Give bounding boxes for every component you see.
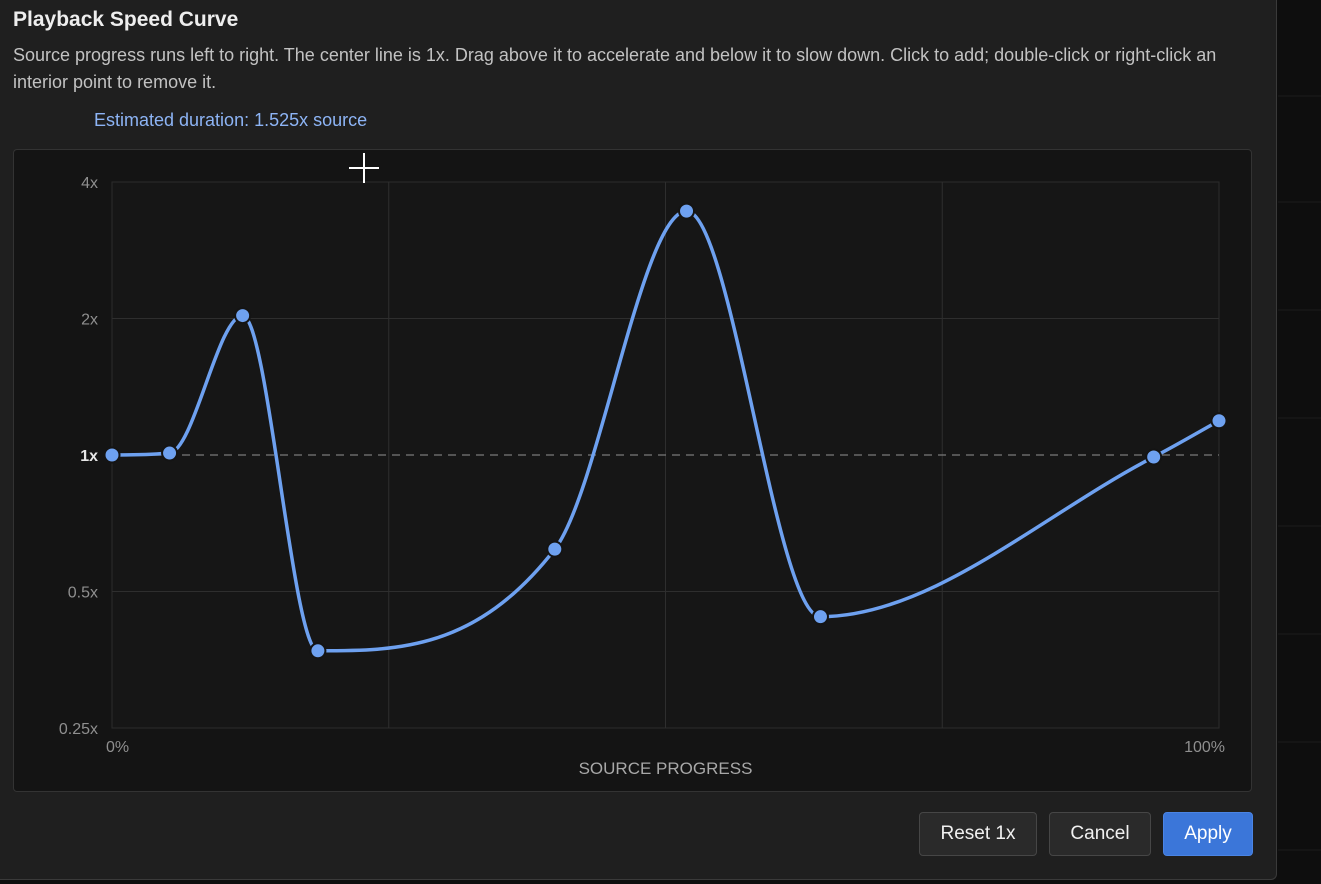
curve-control-point[interactable] <box>811 608 829 626</box>
x-tick-label: 0% <box>106 739 129 756</box>
y-tick-label: 0.5x <box>68 585 98 602</box>
speed-curve-dialog: Playback Speed Curve Source progress run… <box>0 0 1277 880</box>
curve-control-point[interactable] <box>678 202 696 220</box>
apply-button[interactable]: Apply <box>1163 812 1253 856</box>
background-edge <box>1278 95 1321 851</box>
cancel-button[interactable]: Cancel <box>1049 812 1151 856</box>
curve-control-point[interactable] <box>103 446 121 464</box>
speed-curve-svg[interactable]: 4x 2x 1x 0.5x 0.25x 0% 100% SOURCE PROGRESS <box>14 150 1252 792</box>
curve-control-point[interactable] <box>1145 448 1163 466</box>
curve-control-point[interactable] <box>161 444 179 462</box>
speed-curve-chart[interactable]: 4x 2x 1x 0.5x 0.25x 0% 100% SOURCE PROGRESS <box>13 149 1252 792</box>
dialog-description: Source progress runs left to right. The … <box>13 45 1217 92</box>
x-axis-label: SOURCE PROGRESS <box>579 759 753 778</box>
y-tick-label: 4x <box>81 175 98 192</box>
estimated-duration: Estimated duration: 1.525x source <box>94 110 368 130</box>
curve-control-point[interactable] <box>309 642 327 660</box>
dialog-title: Playback Speed Curve <box>13 8 239 31</box>
y-tick-label: 1x <box>80 448 98 465</box>
curve-control-point[interactable] <box>1210 412 1228 430</box>
curve-control-point[interactable] <box>546 540 564 558</box>
y-tick-label: 0.25x <box>59 721 98 738</box>
y-tick-label: 2x <box>81 312 98 329</box>
curve-control-point[interactable] <box>234 307 252 325</box>
x-tick-label: 100% <box>1184 739 1225 756</box>
reset-button[interactable]: Reset 1x <box>919 812 1037 856</box>
